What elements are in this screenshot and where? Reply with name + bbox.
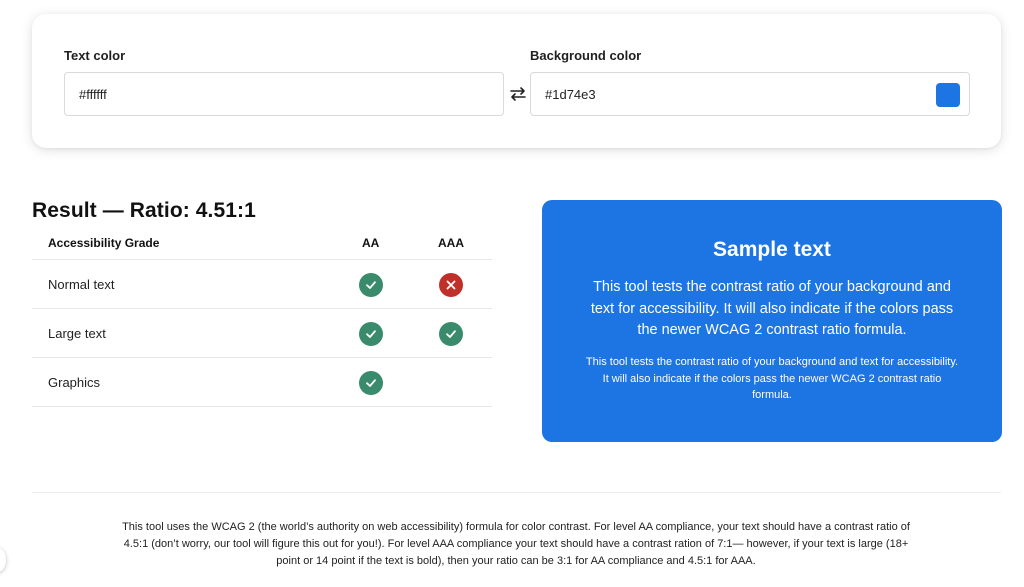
background-color-input[interactable] <box>531 73 969 115</box>
floating-widget-button[interactable] <box>0 548 6 572</box>
aaa-column-header: AAA <box>438 236 464 250</box>
color-input-card: Text color Background color <box>32 14 1001 148</box>
grade-row-label: Graphics <box>48 375 101 390</box>
grade-column-header: Accessibility Grade <box>48 236 160 250</box>
accessibility-grade-table: Accessibility Grade AA AAA Normal text La… <box>32 228 492 407</box>
grade-row-label: Normal text <box>48 277 115 292</box>
sample-text-preview: Sample text This tool tests the contrast… <box>542 200 1002 442</box>
grade-row: Graphics <box>32 358 492 407</box>
sample-title: Sample text <box>713 238 831 261</box>
background-color-label: Background color <box>530 48 642 63</box>
background-color-swatch[interactable] <box>936 83 960 107</box>
text-color-input[interactable] <box>65 73 503 115</box>
check-icon <box>439 322 463 346</box>
check-icon <box>359 371 383 395</box>
text-color-field[interactable] <box>64 72 504 116</box>
background-color-field[interactable] <box>530 72 970 116</box>
wcag-explanation: This tool uses the WCAG 2 (the world’s a… <box>122 521 910 567</box>
result-title: Result — Ratio: 4.51:1 <box>32 199 256 222</box>
grade-row-label: Large text <box>48 326 106 341</box>
grade-row: Normal text <box>32 260 492 309</box>
check-icon <box>359 322 383 346</box>
section-divider <box>32 492 1001 493</box>
swap-arrows-icon[interactable] <box>508 84 528 104</box>
grade-row: Large text <box>32 309 492 358</box>
sample-small-text: This tool tests the contrast ratio of yo… <box>585 356 959 401</box>
cross-icon <box>439 273 463 297</box>
grade-table-header: Accessibility Grade AA AAA <box>32 228 492 260</box>
aa-column-header: AA <box>362 236 380 250</box>
check-icon <box>359 273 383 297</box>
sample-large-text: This tool tests the contrast ratio of yo… <box>590 279 954 338</box>
text-color-label: Text color <box>64 48 126 63</box>
